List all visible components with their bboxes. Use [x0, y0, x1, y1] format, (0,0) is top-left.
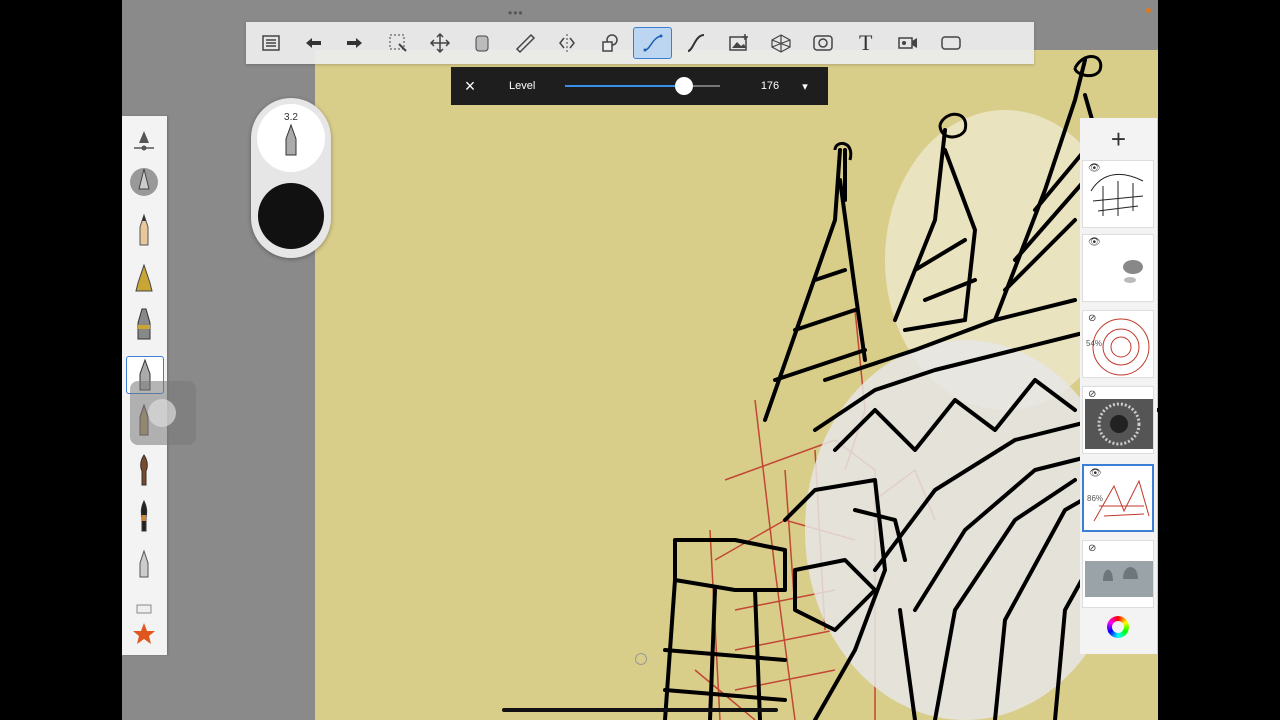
layers-list-icon	[261, 35, 280, 51]
eye-icon[interactable]: 👁	[1088, 163, 1101, 174]
shapes-icon	[601, 34, 618, 52]
level-slider-fill	[565, 85, 685, 87]
record-video-icon	[898, 37, 918, 49]
selection-button[interactable]	[379, 28, 416, 58]
floating-puck[interactable]	[130, 381, 196, 445]
layer-opacity: 86%	[1087, 494, 1104, 503]
eye-icon[interactable]: 👁	[1088, 237, 1101, 248]
curve-tool-icon	[643, 34, 663, 52]
puck-knob	[148, 399, 176, 427]
transform-button[interactable]	[422, 28, 459, 58]
paint-brush-button[interactable]	[126, 452, 162, 488]
eye-off-icon[interactable]: ⊘	[1088, 313, 1096, 324]
brush-settings-button[interactable]	[126, 122, 162, 158]
smudge-button[interactable]	[126, 546, 162, 582]
redo-button[interactable]	[337, 28, 374, 58]
pencil-icon	[139, 213, 149, 246]
smudge-icon	[139, 549, 149, 578]
curve-tool-button[interactable]	[633, 27, 673, 59]
close-icon[interactable]: ×	[451, 76, 489, 97]
ruler-icon	[515, 33, 535, 54]
image-import-icon	[728, 34, 748, 51]
eye-icon[interactable]: 👁	[1089, 468, 1102, 479]
inking-pen-icon	[135, 263, 153, 292]
layer-thumbnail-3[interactable]: ⊘ 54%	[1082, 310, 1154, 378]
layer-opacity: 54%	[1086, 339, 1103, 348]
fill-bucket-icon	[475, 35, 489, 52]
round-brush-icon	[140, 499, 148, 532]
airbrush-icon	[130, 168, 158, 196]
record-video-button[interactable]	[890, 28, 927, 58]
layers-list-button[interactable]	[252, 28, 289, 58]
fill-bucket-button[interactable]	[464, 28, 501, 58]
redo-icon	[347, 38, 363, 48]
brush-size-value: 3.2	[284, 112, 298, 123]
inking-pen-button[interactable]	[126, 260, 162, 296]
shapes-button[interactable]	[591, 28, 628, 58]
undo-icon	[305, 38, 321, 48]
pencil-button[interactable]	[126, 212, 162, 248]
eye-off-icon[interactable]: ⊘	[1088, 543, 1096, 554]
fullscreen-icon	[940, 36, 961, 50]
text-button[interactable]: T	[847, 28, 884, 58]
perspective-grid-icon	[771, 34, 791, 53]
symmetry-icon	[559, 34, 576, 52]
time-lapse-button[interactable]	[805, 28, 842, 58]
layer-thumbnail-2[interactable]: 👁	[1082, 234, 1154, 302]
color-wheel-icon[interactable]	[1107, 616, 1129, 638]
brush-size-control[interactable]: 3.2	[257, 104, 325, 172]
time-lapse-icon	[813, 35, 834, 51]
image-import-button[interactable]	[720, 28, 757, 58]
stroke-style-icon	[687, 34, 705, 52]
add-layer-button[interactable]: +	[1080, 124, 1157, 155]
level-slider-knob[interactable]	[675, 77, 694, 95]
canvas-handle-icon[interactable]	[635, 653, 647, 665]
recording-indicator	[1146, 8, 1151, 13]
favorites-button[interactable]	[126, 616, 162, 652]
perspective-grid-button[interactable]	[763, 28, 800, 58]
drawing-canvas[interactable]	[315, 50, 1158, 720]
layers-panel: + 👁 👁 ⊘ 54% ⊘ 👁 86% ⊘	[1080, 118, 1157, 654]
marker-icon	[137, 308, 151, 340]
multitask-dots-icon[interactable]: •••	[508, 6, 524, 20]
favorites-star-icon	[133, 623, 155, 644]
selection-icon	[389, 34, 407, 52]
level-slider[interactable]	[565, 77, 720, 95]
chevron-down-icon[interactable]: ▾	[790, 80, 820, 93]
undo-button[interactable]	[294, 28, 331, 58]
symmetry-button[interactable]	[549, 28, 586, 58]
layer-thumbnail-6[interactable]: ⊘	[1082, 540, 1154, 608]
home-indicator[interactable]	[502, 708, 778, 712]
brush-size-opacity-puck[interactable]: 3.2	[251, 98, 331, 258]
layer-thumbnail-1[interactable]: 👁	[1082, 160, 1154, 228]
layer-thumbnail-4[interactable]: ⊘	[1082, 386, 1154, 454]
brush-settings-icon	[134, 131, 154, 151]
level-slider-bar: × Level 176 ▾	[451, 67, 828, 105]
ruler-button[interactable]	[506, 28, 543, 58]
paint-brush-icon	[140, 454, 148, 486]
level-value: 176	[760, 80, 780, 92]
layer-thumbnail-5[interactable]: 👁 86%	[1082, 464, 1154, 532]
brush-preview-icon	[285, 123, 297, 156]
eye-off-icon[interactable]: ⊘	[1088, 389, 1096, 400]
stroke-style-button[interactable]	[678, 28, 715, 58]
round-brush-button[interactable]	[126, 498, 162, 534]
transform-icon	[429, 32, 451, 54]
current-color-swatch[interactable]	[258, 183, 324, 249]
drawing-artwork	[663, 55, 1158, 720]
text-icon: T	[859, 30, 873, 55]
airbrush-button[interactable]	[126, 164, 162, 200]
fullscreen-button[interactable]	[932, 28, 969, 58]
main-toolbar: T	[246, 22, 1034, 64]
marker-button[interactable]	[126, 306, 162, 342]
level-label: Level	[509, 80, 536, 92]
